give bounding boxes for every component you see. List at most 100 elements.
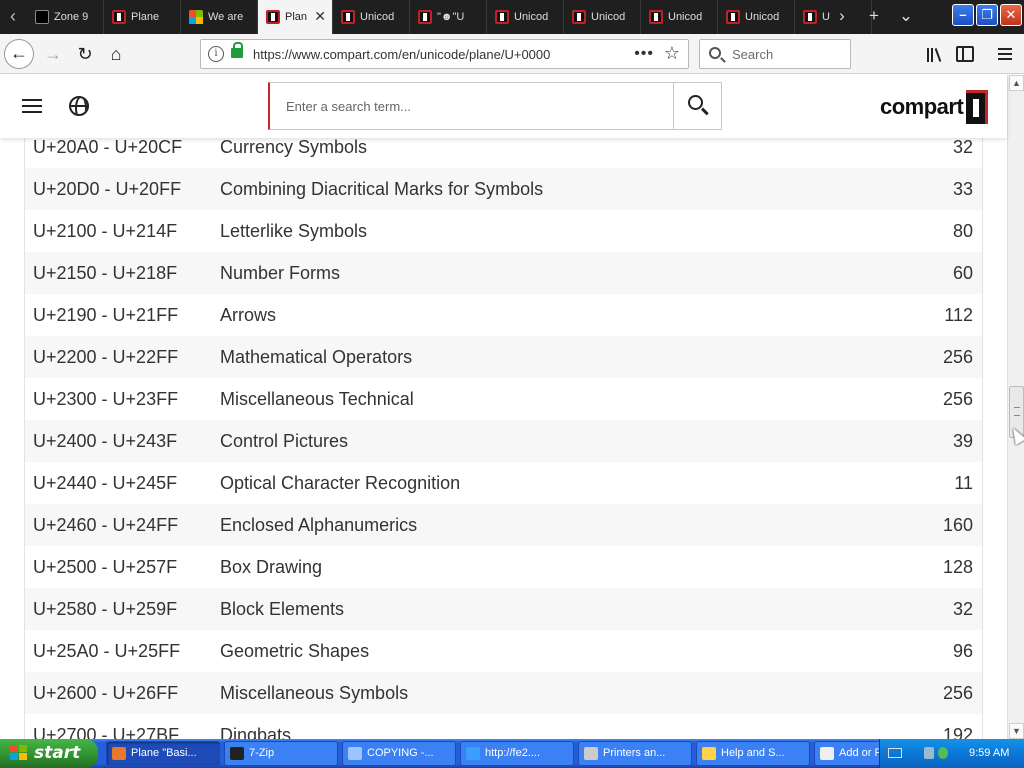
block-range[interactable]: U+2440 - U+245F (33, 473, 177, 494)
taskbar-item[interactable]: http://fe2.... (460, 741, 574, 766)
browser-tab[interactable]: Zone 9 (27, 0, 104, 34)
clock[interactable]: 9:59 AM (969, 747, 1009, 759)
tab-strip: ‹ Zone 9 Plane We are Plan ✕ Unicod "☻"U Unicod… (0, 0, 1024, 34)
site-search-input[interactable] (270, 83, 674, 129)
close-tab-icon[interactable]: ✕ (314, 8, 326, 25)
browser-tab[interactable]: "☻"U (410, 0, 487, 34)
network-icon[interactable] (924, 747, 934, 759)
block-range[interactable]: U+2100 - U+214F (33, 221, 177, 242)
page-viewport: U+20A0 - U+20CF Currency Symbols 32 U+20D0 … (0, 75, 1024, 739)
block-name[interactable]: Currency Symbols (220, 137, 367, 158)
taskbar-item[interactable]: Printers an... (578, 741, 692, 766)
block-name[interactable]: Mathematical Operators (220, 347, 412, 368)
address-bar[interactable]: i https://www.compart.com/en/unicode/pla… (200, 39, 689, 69)
bookmark-star-icon[interactable]: ☆ (664, 43, 680, 64)
block-name[interactable]: Optical Character Recognition (220, 473, 460, 494)
language-globe-icon[interactable] (69, 96, 89, 116)
browser-tab[interactable]: We are (181, 0, 258, 34)
block-range[interactable]: U+2300 - U+23FF (33, 389, 178, 410)
home-button[interactable]: ⌂ (101, 39, 131, 69)
table-row[interactable]: U+20D0 - U+20FF Combining Diacritical Mar… (25, 168, 982, 210)
page-actions-icon[interactable]: ••• (634, 45, 654, 63)
hamburger-menu-icon[interactable] (22, 98, 42, 114)
table-row[interactable]: U+2150 - U+218F Number Forms 60 (25, 252, 982, 294)
table-row[interactable]: U+2460 - U+24FF Enclosed Alphanumerics 160 (25, 504, 982, 546)
browser-search-box[interactable]: Search (699, 39, 851, 69)
block-range[interactable]: U+2200 - U+22FF (33, 347, 178, 368)
site-search-button[interactable] (673, 83, 721, 129)
block-name[interactable]: Block Elements (220, 599, 344, 620)
tab-scroll-left-icon[interactable]: ‹ (0, 0, 26, 34)
block-name[interactable]: Dingbats (220, 725, 291, 739)
table-row[interactable]: U+2190 - U+21FF Arrows 112 (25, 294, 982, 336)
start-button[interactable]: start (0, 739, 98, 768)
table-row[interactable]: U+2300 - U+23FF Miscellaneous Technical 25… (25, 378, 982, 420)
close-window-icon[interactable]: ✕ (1000, 4, 1022, 26)
browser-tab[interactable]: Unicod (641, 0, 718, 34)
browser-tab[interactable]: Plan ✕ (258, 0, 333, 34)
scroll-up-icon[interactable]: ▲ (1009, 75, 1024, 91)
block-name[interactable]: Box Drawing (220, 557, 322, 578)
tab-list-dropdown-icon[interactable]: ⌄ (890, 0, 922, 34)
block-range[interactable]: U+2150 - U+218F (33, 263, 177, 284)
forward-button[interactable]: → (38, 39, 68, 69)
scroll-down-icon[interactable]: ▼ (1009, 723, 1024, 739)
safely-remove-icon[interactable] (938, 747, 948, 759)
block-range[interactable]: U+2600 - U+26FF (33, 683, 178, 704)
browser-tab[interactable]: Unicod (564, 0, 641, 34)
block-range[interactable]: U+25A0 - U+25FF (33, 641, 180, 662)
block-name[interactable]: Arrows (220, 305, 276, 326)
back-button[interactable]: ← (4, 39, 34, 69)
block-range[interactable]: U+2460 - U+24FF (33, 515, 178, 536)
block-name[interactable]: Control Pictures (220, 431, 348, 452)
site-info-icon[interactable]: i (208, 46, 224, 62)
table-row[interactable]: U+2580 - U+259F Block Elements 32 (25, 588, 982, 630)
compart-logo[interactable]: compart (880, 89, 989, 125)
tab-label: Unicod (668, 11, 703, 23)
table-row[interactable]: U+25A0 - U+25FF Geometric Shapes 96 (25, 630, 982, 672)
new-tab-icon[interactable]: + (858, 0, 890, 34)
minimize-icon[interactable]: – (952, 4, 974, 26)
block-range[interactable]: U+2400 - U+243F (33, 431, 177, 452)
block-name[interactable]: Miscellaneous Technical (220, 389, 414, 410)
keyboard-icon[interactable] (888, 748, 902, 758)
browser-tab[interactable]: Unicod (718, 0, 795, 34)
table-row[interactable]: U+2600 - U+26FF Miscellaneous Symbols 256 (25, 672, 982, 714)
browser-tab[interactable]: Unicod (333, 0, 410, 34)
browser-tab[interactable]: Unicod (487, 0, 564, 34)
block-range[interactable]: U+20D0 - U+20FF (33, 179, 181, 200)
block-name[interactable]: Number Forms (220, 263, 340, 284)
table-row[interactable]: U+2400 - U+243F Control Pictures 39 (25, 420, 982, 462)
table-row[interactable]: U+2500 - U+257F Box Drawing 128 (25, 546, 982, 588)
table-row[interactable]: U+2700 - U+27BF Dingbats 192 (25, 714, 982, 739)
taskbar-item-label: Plane "Basi... (131, 747, 197, 759)
taskbar-item[interactable]: COPYING -... (342, 741, 456, 766)
block-count: 32 (952, 137, 973, 157)
taskbar-item[interactable]: Plane "Basi... (106, 741, 220, 766)
taskbar-item[interactable]: 7-Zip (224, 741, 338, 766)
tab-scroll-right-icon[interactable]: › (826, 0, 858, 34)
block-range[interactable]: U+20A0 - U+20CF (33, 137, 182, 158)
block-name[interactable]: Miscellaneous Symbols (220, 683, 408, 704)
block-range[interactable]: U+2500 - U+257F (33, 557, 177, 578)
url-text[interactable]: https://www.compart.com/en/unicode/plane… (253, 47, 550, 62)
table-row[interactable]: U+2200 - U+22FF Mathematical Operators 256 (25, 336, 982, 378)
taskbar-item[interactable]: Help and S... (696, 741, 810, 766)
lock-icon[interactable] (231, 42, 243, 58)
library-icon[interactable] (924, 44, 946, 64)
table-row[interactable]: U+2440 - U+245F Optical Character Recogni… (25, 462, 982, 504)
block-name[interactable]: Letterlike Symbols (220, 221, 367, 242)
menu-icon[interactable] (996, 44, 1018, 64)
reload-button[interactable]: ↻ (70, 39, 100, 69)
table-row[interactable]: U+2100 - U+214F Letterlike Symbols 80 (25, 210, 982, 252)
block-name[interactable]: Combining Diacritical Marks for Symbols (220, 179, 543, 200)
browser-tab[interactable]: Plane (104, 0, 181, 34)
page-scrollbar[interactable]: ▲ ▼ (1007, 75, 1024, 739)
block-range[interactable]: U+2580 - U+259F (33, 599, 177, 620)
block-range[interactable]: U+2190 - U+21FF (33, 305, 178, 326)
block-name[interactable]: Geometric Shapes (220, 641, 369, 662)
restore-icon[interactable]: ❐ (976, 4, 998, 26)
block-name[interactable]: Enclosed Alphanumerics (220, 515, 417, 536)
sidebar-toggle-icon[interactable] (956, 46, 974, 62)
block-range[interactable]: U+2700 - U+27BF (33, 725, 179, 739)
